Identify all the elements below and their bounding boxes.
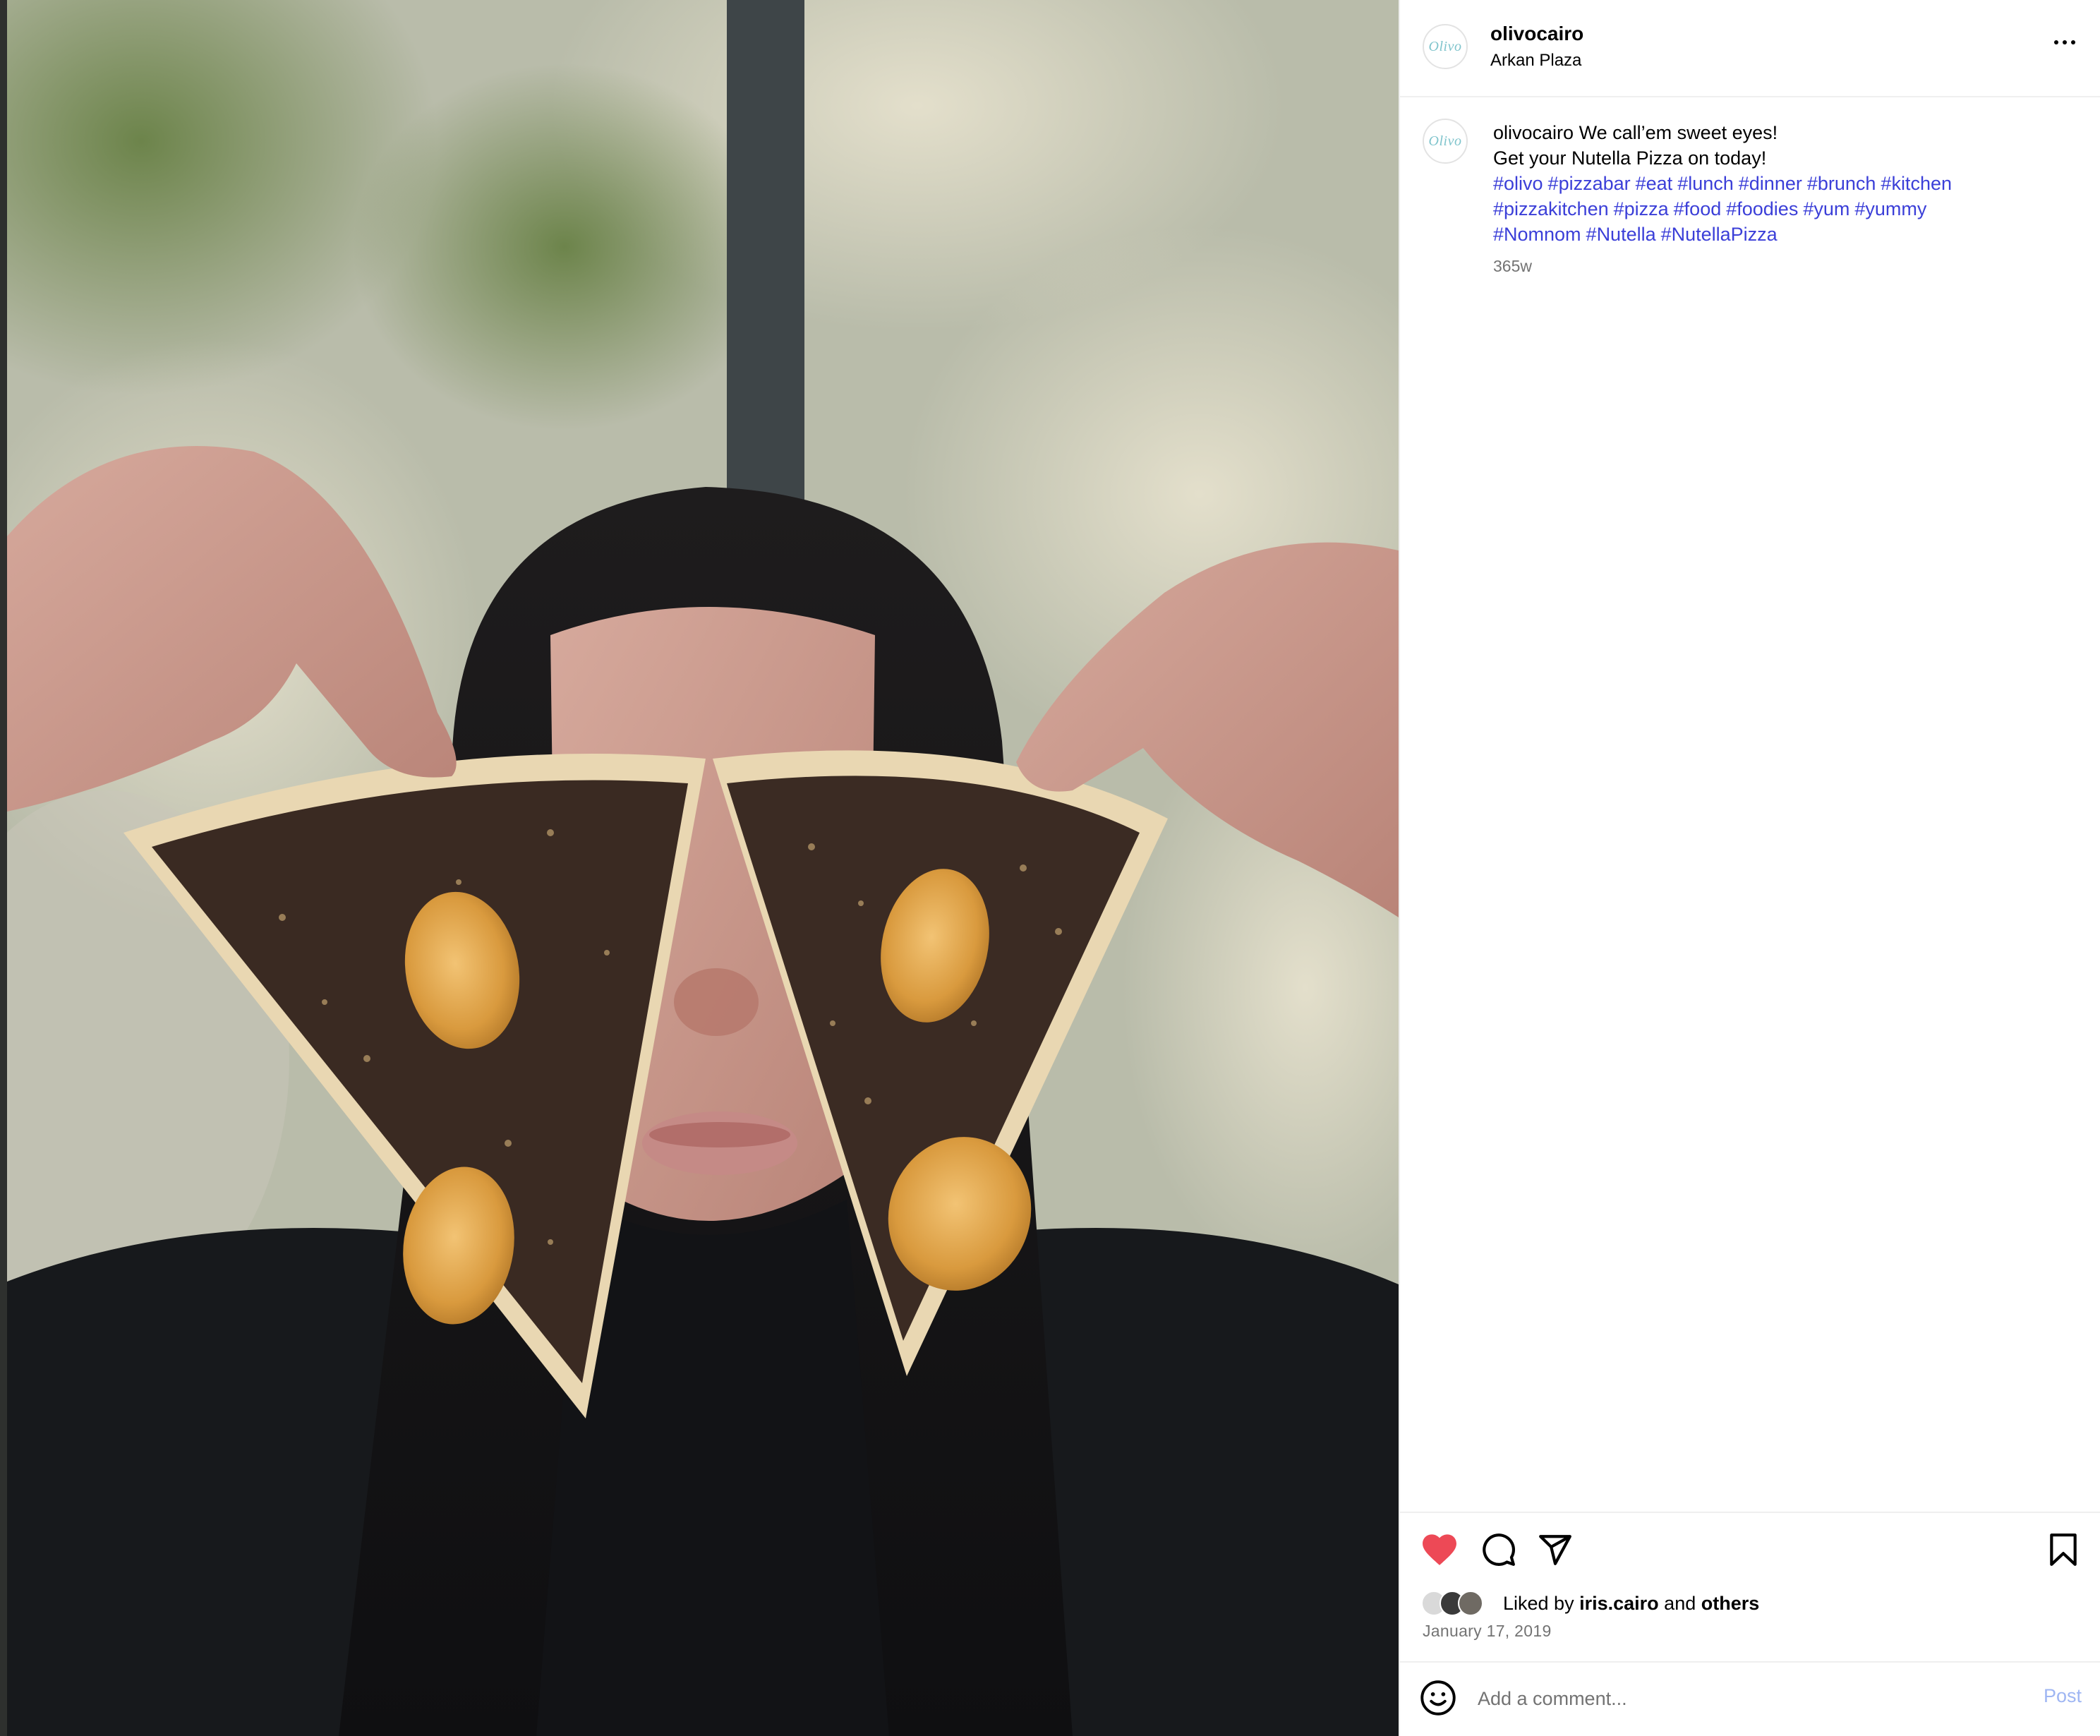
liker-username[interactable]: iris.cairo — [1579, 1593, 1659, 1615]
profile-username[interactable]: olivocairo — [1490, 23, 1583, 45]
hashtag-link[interactable]: #olivo — [1493, 173, 1543, 194]
bookmark-icon[interactable] — [2044, 1530, 2083, 1569]
heart-icon[interactable] — [1420, 1530, 1459, 1569]
more-options-icon[interactable] — [2048, 31, 2082, 54]
emoji-icon[interactable] — [1420, 1680, 1456, 1716]
olivo-logo: Olivo — [1428, 133, 1462, 149]
comment-input[interactable] — [1478, 1682, 1986, 1715]
likes-summary: Liked by iris.cairo and others — [1421, 1589, 1759, 1617]
liked-others-link[interactable]: others — [1701, 1593, 1760, 1615]
divider — [1400, 1661, 2100, 1663]
hashtag-link[interactable]: #Nomnom — [1493, 224, 1581, 245]
hashtag-link[interactable]: #foodies — [1726, 198, 1798, 219]
hashtag-link[interactable]: #pizzakitchen — [1493, 198, 1609, 219]
post-date[interactable]: January 17, 2019 — [1423, 1622, 1552, 1641]
caption-username[interactable]: olivocairo — [1493, 122, 1574, 143]
post-location[interactable]: Arkan Plaza — [1490, 51, 1581, 71]
olivo-logo: Olivo — [1428, 38, 1462, 54]
comment-icon[interactable] — [1479, 1530, 1519, 1569]
hashtag-link[interactable]: #eat — [1636, 173, 1673, 194]
post-time-ago[interactable]: 365w — [1493, 257, 1532, 276]
hashtag-link[interactable]: #brunch — [1807, 173, 1876, 194]
photo-illustration — [0, 0, 1399, 1736]
liked-by-label: Liked by — [1503, 1592, 1574, 1614]
hashtag-link[interactable]: #pizza — [1614, 198, 1669, 219]
post-caption: olivocairo We call’em sweet eyes! Get yo… — [1493, 120, 2072, 247]
post-sidebar: Olivo olivocairo Arkan Plaza Olivo olivo… — [1399, 0, 2100, 1736]
post-comment-button[interactable]: Post — [2044, 1685, 2082, 1707]
liker-avatar — [1458, 1591, 1483, 1616]
divider — [1400, 1512, 2100, 1513]
hashtag-link[interactable]: #yummy — [1854, 198, 1926, 219]
hashtag-link[interactable]: #NutellaPizza — [1661, 224, 1778, 245]
post-header: Olivo olivocairo Arkan Plaza — [1400, 0, 2100, 97]
hashtag-link[interactable]: #dinner — [1739, 173, 1802, 194]
liker-avatars[interactable] — [1421, 1589, 1497, 1617]
liked-and-label: and — [1664, 1592, 1696, 1614]
share-icon[interactable] — [1535, 1530, 1575, 1569]
hashtag-link[interactable]: #yum — [1803, 198, 1849, 219]
caption-line-1: We call’em sweet eyes! — [1579, 122, 1778, 143]
caption-avatar[interactable]: Olivo — [1423, 119, 1468, 164]
caption-line-2: Get your Nutella Pizza on today! — [1493, 147, 1767, 169]
hashtag-link[interactable]: #Nutella — [1586, 224, 1656, 245]
hashtag-link[interactable]: #food — [1674, 198, 1722, 219]
profile-avatar[interactable]: Olivo — [1423, 24, 1468, 69]
hashtag-link[interactable]: #pizzabar — [1548, 173, 1631, 194]
hashtag-link[interactable]: #lunch — [1677, 173, 1734, 194]
hashtag-list: #olivo #pizzabar #eat #lunch #dinner #brunch #… — [1493, 173, 1957, 245]
hashtag-link[interactable]: #kitchen — [1881, 173, 1952, 194]
post-photo[interactable] — [0, 0, 1399, 1736]
